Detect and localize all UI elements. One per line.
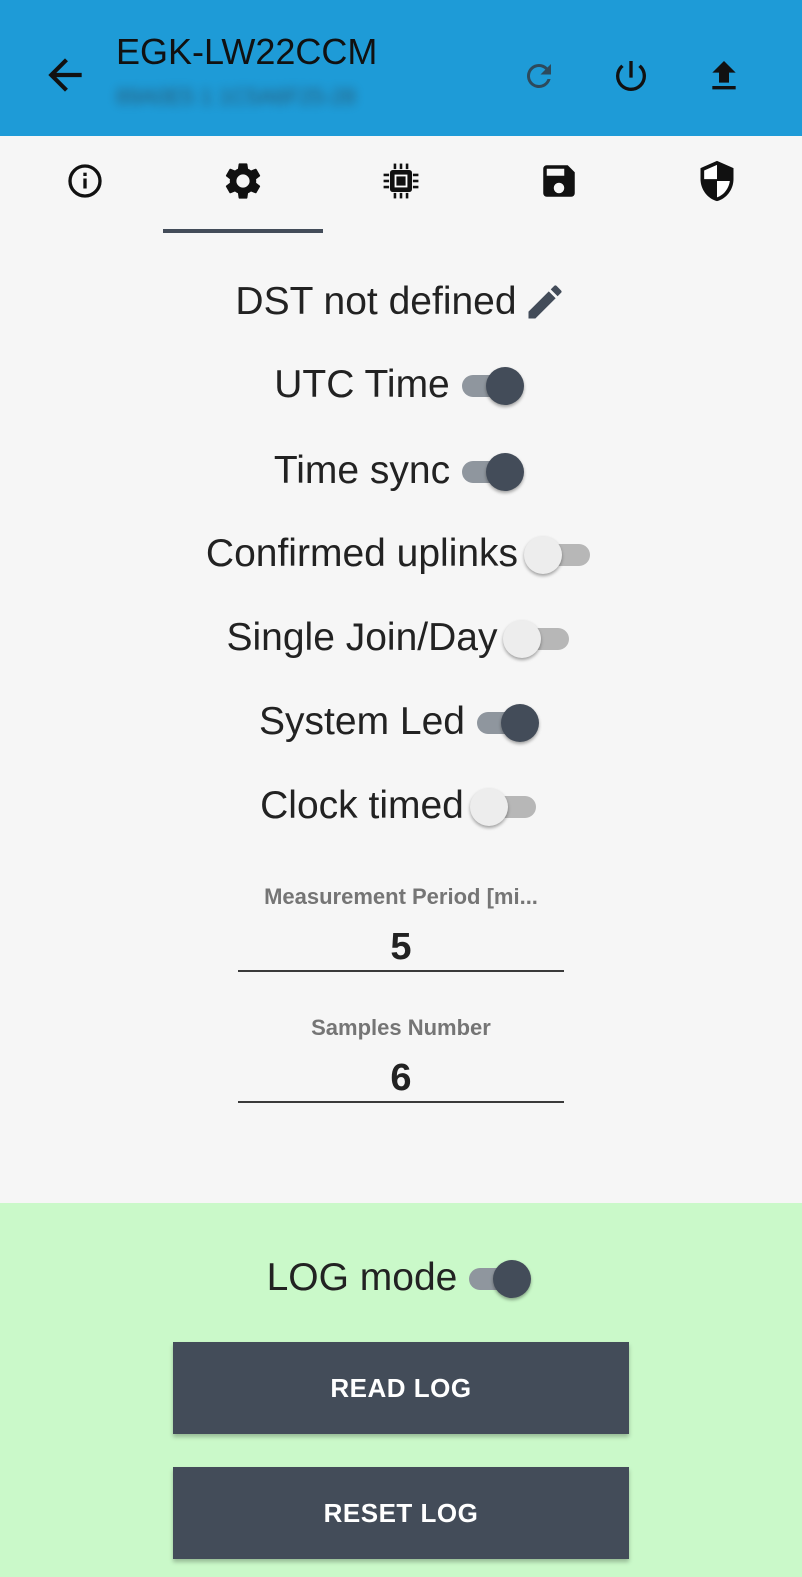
chip-icon [383,163,419,199]
samples-number-label: Samples Number [311,1015,491,1040]
device-title: EGK-LW22CCM [116,31,378,72]
toggle-label: UTC Time [274,363,450,406]
dst-row[interactable]: DST not defined [0,272,802,332]
samples-number-input[interactable]: 6 [238,1055,564,1103]
back-arrow-icon[interactable] [40,50,90,100]
tab-hardware[interactable] [321,136,481,236]
toggle-row-time-sync: Time sync [0,441,802,501]
toggle-label: Confirmed uplinks [205,532,519,575]
pencil-icon[interactable] [523,280,567,324]
tab-selected-indicator [163,229,323,233]
device-settings-screen: EGK-LW22CCM 89A0E5 1 1C5A6F25-28 DST not… [0,0,802,1577]
gear-icon [225,163,261,199]
toggle-label: System Led [259,700,465,743]
info-icon [68,164,102,198]
measurement-period-field[interactable]: Measurement Period [mi... 5 [238,882,564,972]
log-mode-label: LOG mode [266,1256,458,1299]
toggle-row-confirmed-uplinks: Confirmed uplinks [0,524,802,584]
tab-info[interactable] [5,136,165,236]
utc-time-switch[interactable] [456,363,528,407]
measurement-period-input[interactable]: 5 [238,924,564,972]
samples-number-field[interactable]: Samples Number 6 [238,1013,564,1103]
toggle-label: Single Join/Day [226,616,498,659]
toggle-row-single-join-day: Single Join/Day [0,608,802,668]
time-sync-switch[interactable] [456,449,528,493]
save-icon [543,165,575,197]
device-subtitle: 89A0E5 1 1C5A6F25-28 [116,84,356,109]
power-icon[interactable] [607,52,655,100]
upload-icon[interactable] [700,52,748,100]
confirmed-uplinks-switch[interactable] [524,532,596,576]
tab-storage[interactable] [479,136,639,236]
app-bar: EGK-LW22CCM 89A0E5 1 1C5A6F25-28 [0,0,802,136]
tab-security[interactable] [637,136,797,236]
log-panel: LOG mode READ LOG RESET LOG [0,1203,802,1577]
clock-timed-switch[interactable] [469,784,542,828]
read-log-button[interactable]: READ LOG [173,1342,629,1434]
toggle-label: Time sync [273,449,451,492]
shield-icon [700,160,734,202]
log-mode-switch[interactable] [463,1256,535,1300]
tab-bar [0,136,802,236]
measurement-period-label: Measurement Period [mi... [264,884,538,909]
toggle-row-system-led: System Led [0,692,802,752]
toggle-label: Clock timed [260,784,464,827]
toggle-row-clock-timed: Clock timed [0,776,802,836]
reset-log-button[interactable]: RESET LOG [173,1467,629,1559]
tab-settings[interactable] [163,136,323,236]
toggle-row-log-mode: LOG mode [0,1248,802,1308]
toggle-row-utc-time: UTC Time [0,355,802,415]
single-join-day-switch[interactable] [503,616,575,660]
dst-label: DST not defined [235,280,517,323]
system-led-switch[interactable] [471,700,543,744]
refresh-icon[interactable] [515,52,563,100]
